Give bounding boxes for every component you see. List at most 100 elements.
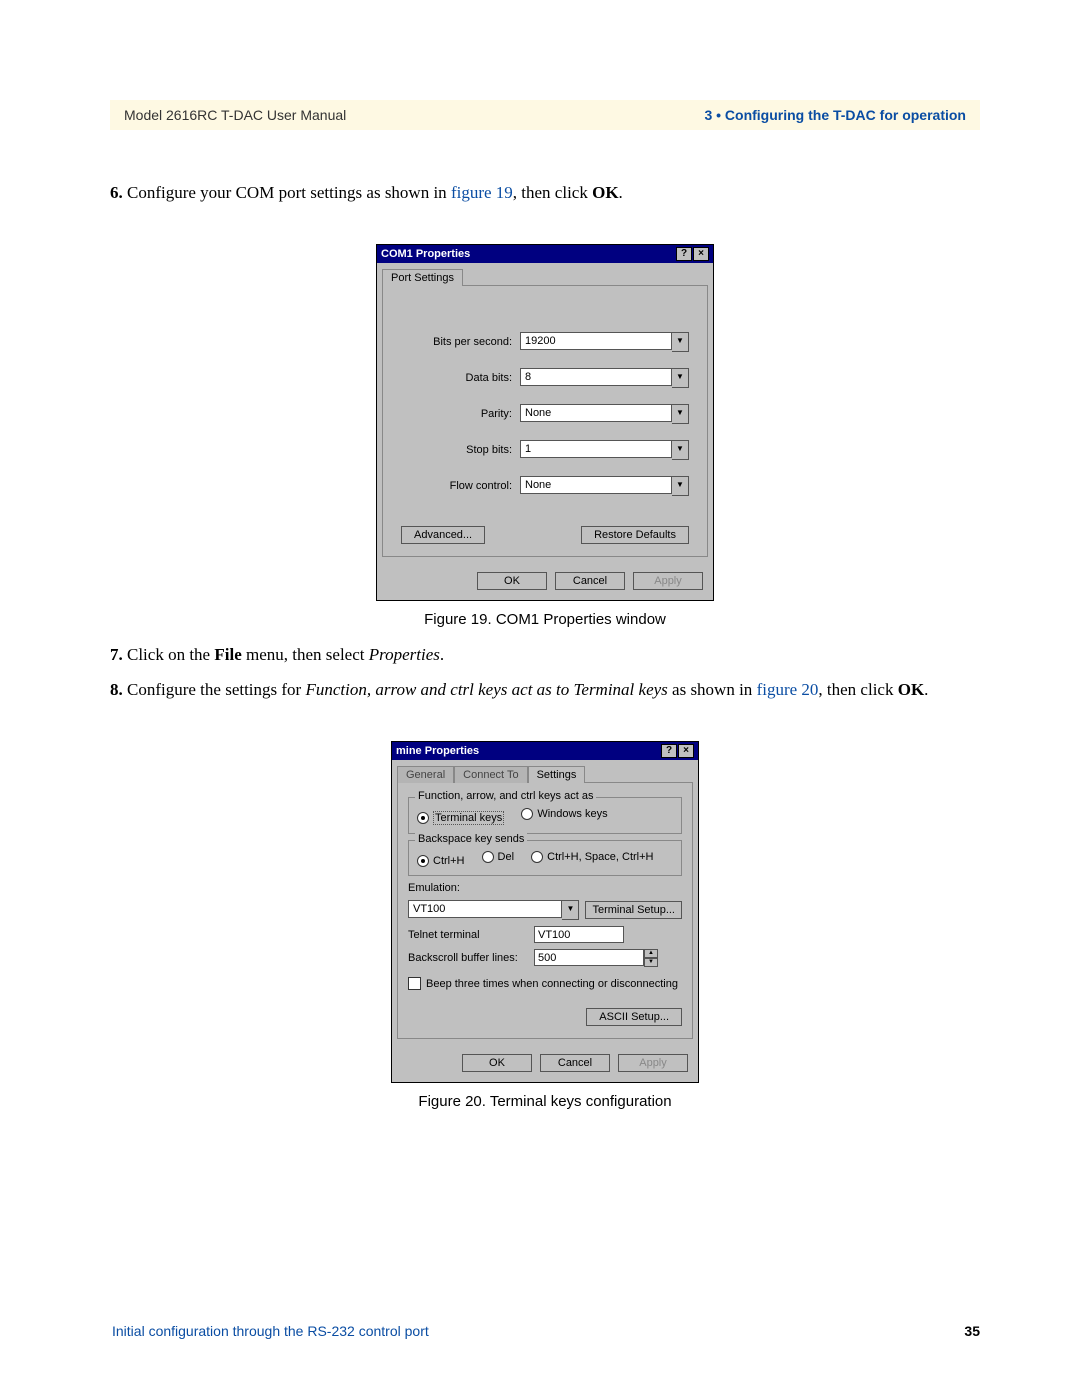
radio-icon (531, 851, 543, 863)
backspace-options: Ctrl+H Del Ctrl+H, Space, Ctrl+H (417, 851, 673, 867)
step-7-text-a: Click on the (127, 645, 214, 664)
chapter-title: 3 • Configuring the T-DAC for operation (704, 107, 966, 123)
parity-row: Parity: ▼ (401, 404, 689, 424)
bits-per-second-row: Bits per second: ▼ (401, 332, 689, 352)
data-bits-row: Data bits: ▼ (401, 368, 689, 388)
general-tab[interactable]: General (397, 766, 454, 783)
chevron-down-icon[interactable]: ▼ (672, 476, 689, 496)
terminal-keys-radio[interactable]: Terminal keys (417, 811, 504, 825)
backscroll-input[interactable] (534, 949, 644, 966)
emulation-row: ▼ Terminal Setup... (408, 900, 682, 920)
chsch-radio[interactable]: Ctrl+H, Space, Ctrl+H (531, 851, 653, 863)
close-button[interactable]: × (693, 247, 709, 261)
ctrlh-radio[interactable]: Ctrl+H (417, 855, 464, 867)
ascii-setup-button[interactable]: ASCII Setup... (586, 1008, 682, 1026)
ok-button[interactable]: OK (477, 572, 547, 590)
close-button[interactable]: × (678, 744, 694, 758)
beep-checkbox[interactable]: Beep three times when connecting or disc… (408, 977, 678, 990)
step-7-text-c: . (440, 645, 444, 664)
terminal-setup-button[interactable]: Terminal Setup... (585, 901, 682, 919)
step-8-text-d: . (924, 680, 928, 699)
page-footer: Initial configuration through the RS-232… (112, 1323, 980, 1339)
step-6-number: 6. (110, 183, 123, 202)
help-button[interactable]: ? (676, 247, 692, 261)
ok-button[interactable]: OK (462, 1054, 532, 1072)
terminal-keys-label: Terminal keys (433, 811, 504, 825)
cancel-button[interactable]: Cancel (540, 1054, 610, 1072)
keys-act-as-title: Function, arrow, and ctrl keys act as (415, 790, 596, 802)
flow-control-row: Flow control: ▼ (401, 476, 689, 496)
step-8-text-c: , then click (818, 680, 897, 699)
data-bits-dropdown[interactable]: ▼ (520, 368, 689, 388)
emulation-input[interactable] (408, 900, 562, 918)
figure-19-caption: Figure 19. COM1 Properties window (424, 611, 666, 628)
parity-input[interactable] (520, 404, 672, 422)
com1-bottom-buttons: OK Cancel Apply (377, 562, 713, 600)
chevron-down-icon[interactable]: ▼ (672, 404, 689, 424)
com1-panel: Bits per second: ▼ Data bits: ▼ Parity: (382, 285, 708, 557)
footer-section-title: Initial configuration through the RS-232… (112, 1323, 429, 1339)
apply-button[interactable]: Apply (618, 1054, 688, 1072)
mine-title-bar: mine Properties ?× (392, 742, 698, 760)
chevron-up-icon[interactable]: ▲ (644, 949, 658, 958)
flow-control-dropdown[interactable]: ▼ (520, 476, 689, 496)
help-button[interactable]: ? (661, 744, 677, 758)
backscroll-spinner[interactable]: ▲▼ (534, 949, 658, 967)
advanced-row: Advanced... Restore Defaults (401, 526, 689, 544)
telnet-input[interactable] (534, 926, 624, 943)
telnet-row: Telnet terminal (408, 926, 682, 943)
beep-label: Beep three times when connecting or disc… (426, 978, 678, 990)
step-8-text-a: Configure the settings for (127, 680, 305, 699)
advanced-button[interactable]: Advanced... (401, 526, 485, 544)
step-6: 6. Configure your COM port settings as s… (110, 180, 980, 206)
chevron-down-icon[interactable]: ▼ (672, 332, 689, 352)
apply-button[interactable]: Apply (633, 572, 703, 590)
mine-title-buttons: ?× (660, 744, 694, 758)
com1-title-text: COM1 Properties (381, 248, 470, 260)
radio-icon (417, 812, 429, 824)
chevron-down-icon[interactable]: ▼ (672, 368, 689, 388)
com1-tabs: Port Settings (382, 268, 708, 285)
step-7-file-text: File (214, 645, 241, 664)
chevron-down-icon[interactable]: ▼ (644, 958, 658, 967)
figure-20: mine Properties ?× GeneralConnect ToSett… (110, 741, 980, 1110)
step-8-ital-text: Function, arrow and ctrl keys act as to … (305, 680, 667, 699)
keys-act-as-group: Function, arrow, and ctrl keys act as Te… (408, 797, 682, 834)
cancel-button[interactable]: Cancel (555, 572, 625, 590)
port-settings-tab[interactable]: Port Settings (382, 269, 463, 286)
flow-control-label: Flow control: (401, 480, 520, 492)
page-number: 35 (964, 1323, 980, 1339)
bits-per-second-input[interactable] (520, 332, 672, 350)
stop-bits-input[interactable] (520, 440, 672, 458)
stop-bits-dropdown[interactable]: ▼ (520, 440, 689, 460)
stop-bits-label: Stop bits: (401, 444, 520, 456)
connect-to-tab[interactable]: Connect To (454, 766, 527, 783)
page-header: Model 2616RC T-DAC User Manual 3 • Confi… (110, 100, 980, 130)
figure-20-link[interactable]: figure 20 (757, 680, 819, 699)
telnet-label: Telnet terminal (408, 929, 528, 941)
flow-control-input[interactable] (520, 476, 672, 494)
chevron-down-icon[interactable]: ▼ (672, 440, 689, 460)
figure-19-link[interactable]: figure 19 (451, 183, 513, 202)
settings-tab[interactable]: Settings (528, 766, 586, 783)
spinner-arrows[interactable]: ▲▼ (644, 949, 658, 967)
bits-per-second-dropdown[interactable]: ▼ (520, 332, 689, 352)
windows-keys-radio[interactable]: Windows keys (521, 808, 607, 820)
figure-19: COM1 Properties ?× Port Settings Bits pe… (110, 244, 980, 628)
mine-title-text: mine Properties (396, 745, 479, 757)
radio-icon (482, 851, 494, 863)
chevron-down-icon[interactable]: ▼ (562, 900, 579, 920)
backspace-title: Backspace key sends (415, 833, 527, 845)
windows-keys-label: Windows keys (537, 808, 607, 820)
step-6-text-a: Configure your COM port settings as show… (127, 183, 451, 202)
data-bits-label: Data bits: (401, 372, 520, 384)
chsch-label: Ctrl+H, Space, Ctrl+H (547, 851, 653, 863)
emulation-label: Emulation: (408, 882, 682, 894)
data-bits-input[interactable] (520, 368, 672, 386)
restore-defaults-button[interactable]: Restore Defaults (581, 526, 689, 544)
step-8: 8. Configure the settings for Function, … (110, 677, 980, 703)
del-radio[interactable]: Del (482, 851, 515, 863)
step-7-properties-text: Properties (369, 645, 440, 664)
parity-dropdown[interactable]: ▼ (520, 404, 689, 424)
emulation-dropdown[interactable]: ▼ (408, 900, 579, 920)
